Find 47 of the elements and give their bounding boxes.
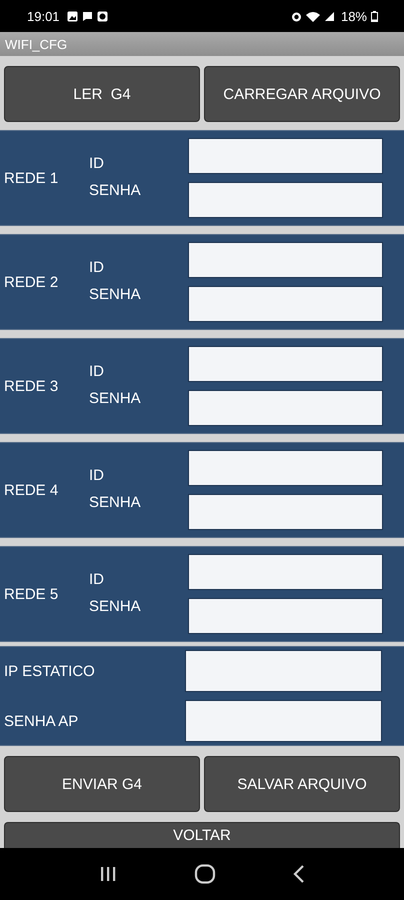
battery-icon xyxy=(371,10,378,22)
signal-icon xyxy=(324,10,335,22)
image-icon xyxy=(66,10,78,22)
input-field[interactable] xyxy=(188,554,383,590)
field-label: ID xyxy=(89,467,105,484)
field-label: ID xyxy=(89,155,105,172)
alarm-icon xyxy=(290,10,302,22)
network-label: REDE 2 xyxy=(3,274,60,290)
input-field[interactable] xyxy=(188,242,383,278)
field-label: SENHA xyxy=(89,286,142,303)
input-field[interactable] xyxy=(188,390,383,426)
input-field[interactable] xyxy=(188,138,383,174)
field-label: SENHA xyxy=(89,182,142,199)
action-button[interactable]: CARREGAR ARQUIVO xyxy=(204,66,400,122)
field-label: SENHA AP xyxy=(4,712,78,730)
recent-apps-icon[interactable] xyxy=(98,866,117,882)
network-label: REDE 3 xyxy=(3,378,60,394)
network-label: REDE 4 xyxy=(3,482,60,498)
field-label: ID xyxy=(89,259,105,276)
action-button[interactable]: SALVAR ARQUIVO xyxy=(204,756,400,812)
network-label: REDE 5 xyxy=(3,586,60,602)
input-field[interactable] xyxy=(185,700,382,742)
action-button[interactable]: LER G4 xyxy=(4,66,200,122)
input-field[interactable] xyxy=(188,598,383,634)
input-field[interactable] xyxy=(188,286,383,322)
chat-icon xyxy=(82,10,93,22)
field-label: IP ESTATICO xyxy=(4,662,95,680)
battery-level: 18% xyxy=(340,8,367,24)
input-field[interactable] xyxy=(188,494,383,530)
field-label: SENHA xyxy=(89,494,142,511)
action-button[interactable]: ENVIAR G4 xyxy=(4,756,200,812)
field-label: ID xyxy=(89,571,105,588)
field-label: ID xyxy=(89,363,105,380)
field-label: SENHA xyxy=(89,390,142,407)
back-icon[interactable] xyxy=(293,865,306,883)
field-label: SENHA xyxy=(89,598,142,615)
input-field[interactable] xyxy=(188,182,383,218)
input-field[interactable] xyxy=(188,346,383,382)
home-icon[interactable] xyxy=(194,864,216,884)
app-title: WIFI_CFG xyxy=(5,36,68,52)
wifi-icon xyxy=(306,10,320,22)
back-button[interactable]: VOLTAR xyxy=(4,822,400,848)
input-field[interactable] xyxy=(188,450,383,486)
clock: 19:01 xyxy=(27,8,60,24)
input-field[interactable] xyxy=(185,650,382,692)
network-label: REDE 1 xyxy=(3,170,60,186)
clock-icon xyxy=(96,10,108,22)
